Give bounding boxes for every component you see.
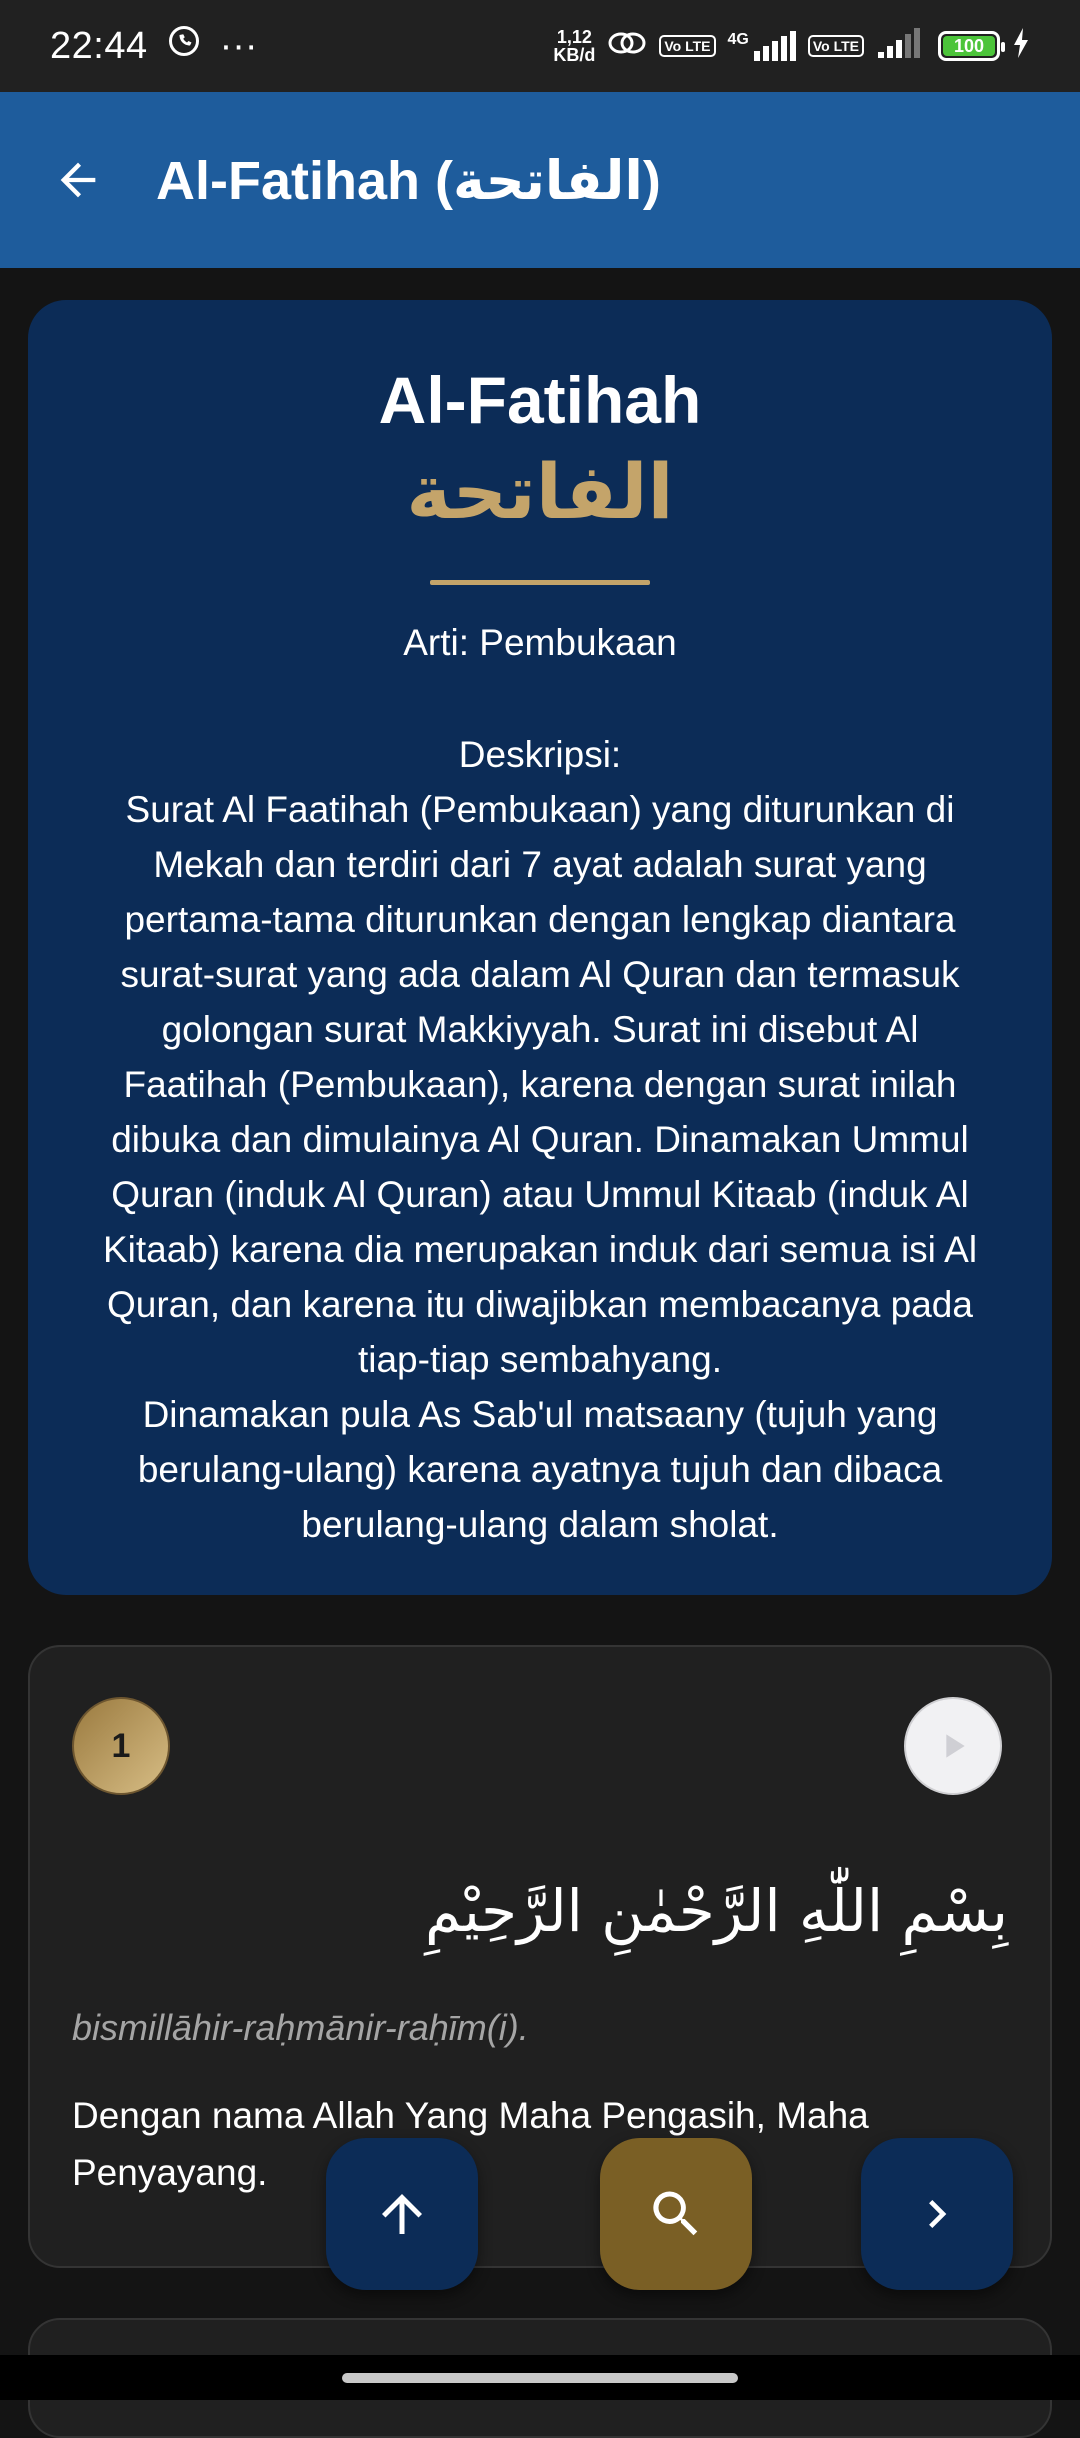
search-button[interactable] [600, 2138, 752, 2290]
volte-badge-1: Vo LTE [659, 35, 716, 57]
signal-strength-icon-2 [876, 25, 926, 68]
ayah-number-badge: 1 [72, 1697, 170, 1795]
status-time: 22:44 [50, 24, 148, 67]
next-surah-button[interactable] [861, 2138, 1013, 2290]
arrow-left-icon [60, 162, 96, 198]
system-navigation-bar [0, 2355, 1080, 2400]
network-speed: 1,12 KB/d [553, 28, 595, 64]
signal-strength-icon-1: 4G [728, 31, 796, 61]
description-label: Deskripsi: [458, 734, 622, 775]
network-speed-unit: KB/d [553, 45, 596, 65]
home-indicator[interactable] [342, 2372, 738, 2383]
chevron-right-icon [929, 2200, 947, 2228]
charging-icon [1012, 25, 1030, 68]
whatsapp-icon [166, 23, 202, 69]
surah-description-2: Dinamakan pula As Sab'ul matsaany (tujuh… [137, 1394, 943, 1545]
ayah-transliteration: bismillāhir-raḥmānir-raḥīm(i). [72, 2007, 529, 2048]
play-audio-button[interactable] [904, 1697, 1002, 1795]
surah-description: Surat Al Faatihah (Pembukaan) yang ditur… [102, 789, 978, 1380]
network-type: 4G [727, 31, 749, 48]
scroll-to-top-button[interactable] [326, 2138, 478, 2290]
search-icon [653, 2191, 698, 2236]
play-icon [946, 1734, 965, 1758]
ayah-arabic-text: بِسْمِ اللّٰهِ الرَّحْمٰنِ الرَّحِيْمِ [425, 1877, 1008, 1945]
network-speed-value: 1,12 [556, 27, 592, 47]
app-bar: Al-Fatihah (الفاتحة) [0, 92, 1080, 268]
battery-level: 100 [943, 36, 995, 56]
back-button[interactable] [50, 152, 106, 208]
ayah-translation: Dengan nama Allah Yang Maha Pengasih, Ma… [72, 2095, 869, 2193]
arrow-up-icon [382, 2194, 422, 2234]
surah-name-arabic: الفاتحة [406, 447, 674, 536]
surah-meaning: Arti: Pembukaan [403, 622, 677, 663]
status-bar: 22:44 ··· 1,12 KB/d Vo LTE 4G Vo LTE 100 [0, 0, 1080, 92]
status-left: 22:44 ··· [50, 23, 258, 69]
link-icon [607, 25, 647, 68]
status-right: 1,12 KB/d Vo LTE 4G Vo LTE 100 [553, 25, 1030, 68]
more-notifications-icon: ··· [219, 24, 258, 67]
volte-badge-2: Vo LTE [807, 35, 864, 57]
battery-indicator: 100 [938, 31, 1005, 61]
surah-name-latin: Al-Fatihah [378, 363, 702, 437]
page-title: Al-Fatihah (الفاتحة) [156, 150, 661, 211]
divider [430, 580, 650, 585]
surah-info-card: Al-Fatihah الفاتحة Arti: Pembukaan Deskr… [28, 300, 1052, 1595]
